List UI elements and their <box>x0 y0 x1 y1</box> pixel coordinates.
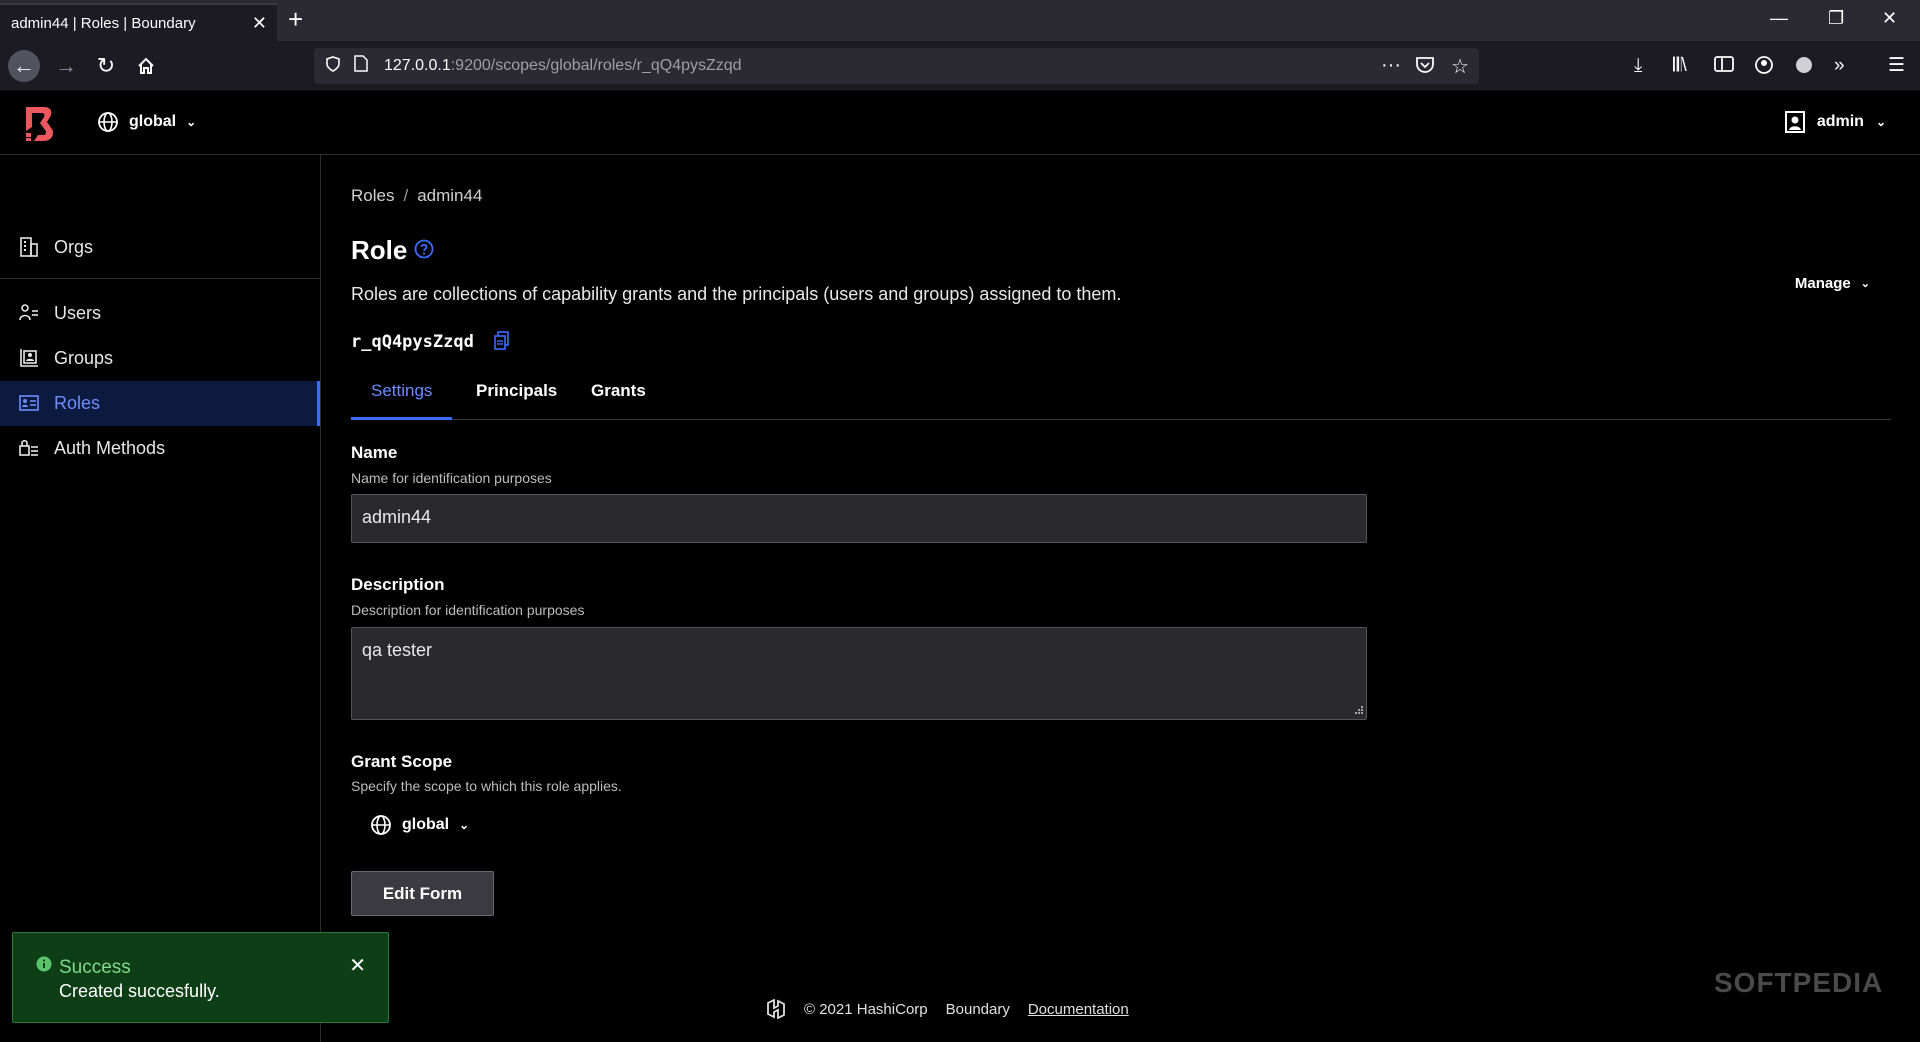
library-icon[interactable]: 𝄃𝄃\ <box>1673 55 1687 77</box>
page-title: Role <box>351 235 408 265</box>
groups-icon <box>20 349 38 367</box>
url-path: :9200/scopes/global/roles/r_qQ4pysZzqd <box>450 57 742 74</box>
user-avatar-icon <box>1784 111 1805 133</box>
forward-icon[interactable]: → <box>50 50 82 82</box>
restore-icon[interactable]: ❐ <box>1828 8 1844 29</box>
sidebar-divider <box>0 278 320 279</box>
scope-label: global <box>129 113 177 130</box>
tab-principals[interactable]: Principals <box>456 376 577 420</box>
tab-grants[interactable]: Grants <box>571 376 666 420</box>
manage-dropdown[interactable]: Manage ⌄ <box>1795 275 1870 292</box>
sidebar-item-auth-methods[interactable]: Auth Methods <box>0 426 320 471</box>
browser-tab[interactable]: admin44 | Roles | Boundary ✕ <box>0 3 277 41</box>
description-field[interactable]: qa tester <box>351 627 1367 720</box>
breadcrumb: Roles / admin44 <box>351 186 482 206</box>
tab-settings[interactable]: Settings <box>351 376 453 420</box>
back-icon[interactable]: ← <box>8 50 40 82</box>
hashicorp-logo-icon[interactable] <box>766 999 786 1019</box>
breadcrumb-roles-link[interactable]: Roles <box>351 186 394 205</box>
grant-scope-selector[interactable]: global ⌄ <box>370 814 469 836</box>
browser-tab-title: admin44 | Roles | Boundary <box>11 14 196 32</box>
role-id: r_qQ4pysZzqd <box>351 332 474 352</box>
url-host: 127.0.0.1 <box>384 57 451 74</box>
tab-bar: Settings Principals Grants <box>351 376 1891 420</box>
sidebar-item-users[interactable]: Users <box>0 291 320 336</box>
watermark: SOFTPEDIA <box>1714 967 1884 998</box>
sidebar-item-label: Roles <box>54 393 101 413</box>
browser-toolbar: ← → ↻ 127.0.0.1:9200/scopes/global/roles… <box>0 41 1920 91</box>
close-tab-icon[interactable]: ✕ <box>252 13 267 34</box>
menu-icon[interactable]: ☰ <box>1888 55 1905 77</box>
shield-icon[interactable] <box>326 55 346 77</box>
account-icon[interactable] <box>1754 55 1774 81</box>
boundary-logo-icon[interactable] <box>22 105 56 143</box>
sidebar-item-roles[interactable]: Roles <box>0 381 320 426</box>
sidebar-item-label: Auth Methods <box>54 438 166 458</box>
sidebar-item-label: Groups <box>54 348 114 368</box>
info-icon <box>36 956 52 972</box>
breadcrumb-separator: / <box>403 186 409 205</box>
pocket-icon[interactable] <box>1415 56 1435 79</box>
url-text: 127.0.0.1:9200/scopes/global/roles/r_qQ4… <box>384 57 742 75</box>
user-label: admin <box>1816 113 1864 130</box>
close-icon[interactable]: ✕ <box>349 953 366 978</box>
globe-icon <box>98 112 118 132</box>
footer: © 2021 HashiCorp Boundary Documentation <box>766 999 1129 1019</box>
chevron-down-icon: ⌄ <box>1875 115 1886 129</box>
description-label: Description <box>351 575 445 594</box>
footer-product: Boundary <box>945 1000 1010 1018</box>
new-tab-icon[interactable]: + <box>288 6 303 32</box>
home-icon[interactable] <box>130 50 162 82</box>
page-description: Roles are collections of capability gran… <box>351 284 1122 304</box>
sidebar-item-groups[interactable]: Groups <box>0 336 320 381</box>
help-icon[interactable] <box>414 239 434 259</box>
sidebar-toggle-icon[interactable] <box>1714 55 1734 79</box>
page-actions-icon[interactable]: ··· <box>1381 54 1401 77</box>
users-icon <box>19 304 38 321</box>
resize-handle-icon[interactable] <box>1353 706 1363 716</box>
copy-icon[interactable] <box>494 331 512 351</box>
page-info-icon[interactable] <box>354 55 378 77</box>
reload-icon[interactable]: ↻ <box>90 50 122 82</box>
toast-message: Created succesfully. <box>59 981 220 1001</box>
toast-title: Success <box>59 957 131 978</box>
url-bar[interactable]: 127.0.0.1:9200/scopes/global/roles/r_qQ4… <box>314 48 1479 84</box>
success-toast: Success Created succesfully. ✕ <box>12 932 389 1023</box>
breadcrumb-current: admin44 <box>417 186 483 205</box>
description-help: Description for identification purposes <box>351 602 585 618</box>
scope-selector[interactable]: global ⌄ <box>97 111 196 133</box>
manage-label: Manage <box>1794 275 1851 292</box>
main-content: Roles / admin44 Role Roles are collections… <box>322 155 1920 1042</box>
grant-scope-value: global <box>402 816 450 833</box>
footer-copyright: © 2021 HashiCorp <box>804 1000 928 1018</box>
chevron-down-icon: ⌄ <box>186 115 197 129</box>
chevron-down-icon: ⌄ <box>459 818 470 832</box>
org-icon <box>20 237 38 257</box>
extension-icon[interactable] <box>1794 55 1814 81</box>
bookmark-star-icon[interactable]: ☆ <box>1451 54 1469 79</box>
edit-form-button[interactable]: Edit Form <box>351 871 494 916</box>
auth-methods-icon <box>19 439 38 456</box>
description-value: qa tester <box>362 640 433 660</box>
minimize-icon[interactable]: — <box>1770 8 1788 29</box>
sidebar-item-label: Users <box>54 303 102 323</box>
name-help: Name for identification purposes <box>351 470 552 486</box>
downloads-icon[interactable]: ⤓ <box>1634 55 1642 77</box>
sidebar: Orgs Users Groups Roles Auth Methods <box>0 155 321 1042</box>
roles-icon <box>19 395 39 411</box>
user-menu[interactable]: admin ⌄ <box>1784 111 1886 133</box>
globe-icon <box>371 815 391 835</box>
sidebar-item-label: Orgs <box>54 237 94 257</box>
name-field[interactable]: admin44 <box>351 494 1367 543</box>
documentation-link[interactable]: Documentation <box>1028 1001 1129 1018</box>
chevron-down-icon: ⌄ <box>1860 278 1870 290</box>
name-label: Name <box>351 443 398 462</box>
grant-scope-help: Specify the scope to which this role app… <box>351 778 622 794</box>
grant-scope-label: Grant Scope <box>351 752 453 771</box>
sidebar-item-orgs[interactable]: Orgs <box>0 225 320 270</box>
browser-tabbar: admin44 | Roles | Boundary ✕ + — ❐ ✕ <box>0 0 1920 41</box>
app-header: global ⌄ admin ⌄ <box>0 91 1920 155</box>
overflow-icon[interactable]: » <box>1834 55 1845 77</box>
window-close-icon[interactable]: ✕ <box>1882 8 1897 29</box>
